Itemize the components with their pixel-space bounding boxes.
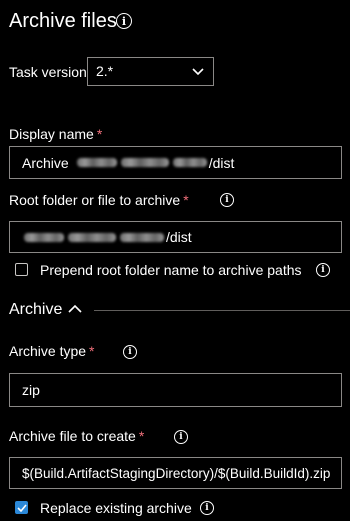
- display-name-prefix: Archive: [22, 154, 69, 171]
- task-version-label: Task version: [9, 64, 87, 80]
- page-title: Archive files: [9, 10, 117, 32]
- replace-existing-checkbox[interactable]: [15, 501, 28, 514]
- root-folder-suffix: /dist: [166, 229, 192, 245]
- checkmark-icon: [16, 503, 27, 512]
- archive-type-select[interactable]: zip: [9, 373, 342, 407]
- prepend-root-label: Prepend root folder name to archive path…: [40, 262, 302, 278]
- redacted-text: [172, 158, 207, 167]
- section-divider: [94, 310, 350, 311]
- redacted-text: [24, 232, 64, 242]
- display-name-suffix: /dist: [208, 154, 235, 171]
- prepend-root-checkbox[interactable]: [15, 263, 28, 276]
- display-name-label-text: Display name: [9, 126, 94, 142]
- info-icon[interactable]: i: [316, 263, 330, 277]
- display-name-label: Display name *: [9, 125, 102, 143]
- redacted-text: [120, 232, 164, 242]
- required-mark: *: [89, 343, 95, 359]
- info-icon[interactable]: i: [123, 345, 137, 359]
- required-mark: *: [138, 428, 145, 444]
- required-mark: *: [96, 126, 103, 142]
- info-icon[interactable]: i: [174, 430, 188, 444]
- archive-file-label: Archive file to create *: [9, 427, 144, 445]
- info-icon[interactable]: i: [220, 193, 234, 207]
- root-folder-input[interactable]: /dist: [9, 221, 342, 253]
- archive-file-value: $(Build.ArtifactStagingDirectory)/$(Buil…: [22, 465, 331, 481]
- replace-existing-label: Replace existing archive: [40, 500, 192, 516]
- archive-file-label-text: Archive file to create: [9, 428, 136, 444]
- task-version-select[interactable]: 2.*: [87, 57, 214, 86]
- archive-section-title: Archive: [9, 301, 63, 318]
- redacted-text: [68, 232, 116, 242]
- task-version-value: 2.*: [96, 63, 114, 79]
- redacted-text: [76, 158, 117, 167]
- redacted-text: [120, 158, 169, 167]
- archive-files-panel: Archive files i Task version 2.* Display…: [0, 0, 350, 521]
- archive-type-label: Archive type *: [9, 342, 95, 360]
- archive-type-label-text: Archive type: [9, 343, 87, 359]
- archive-type-value: zip: [22, 382, 40, 398]
- info-icon[interactable]: i: [116, 13, 132, 29]
- required-mark: *: [183, 192, 189, 208]
- info-icon[interactable]: i: [200, 501, 214, 515]
- chevron-up-icon[interactable]: [68, 304, 82, 314]
- root-folder-label-text: Root folder or file to archive: [9, 192, 181, 208]
- chevron-down-icon: [192, 68, 204, 76]
- archive-file-input[interactable]: $(Build.ArtifactStagingDirectory)/$(Buil…: [9, 457, 342, 489]
- display-name-input[interactable]: Archive /dist: [9, 146, 342, 179]
- root-folder-label: Root folder or file to archive *: [9, 191, 189, 209]
